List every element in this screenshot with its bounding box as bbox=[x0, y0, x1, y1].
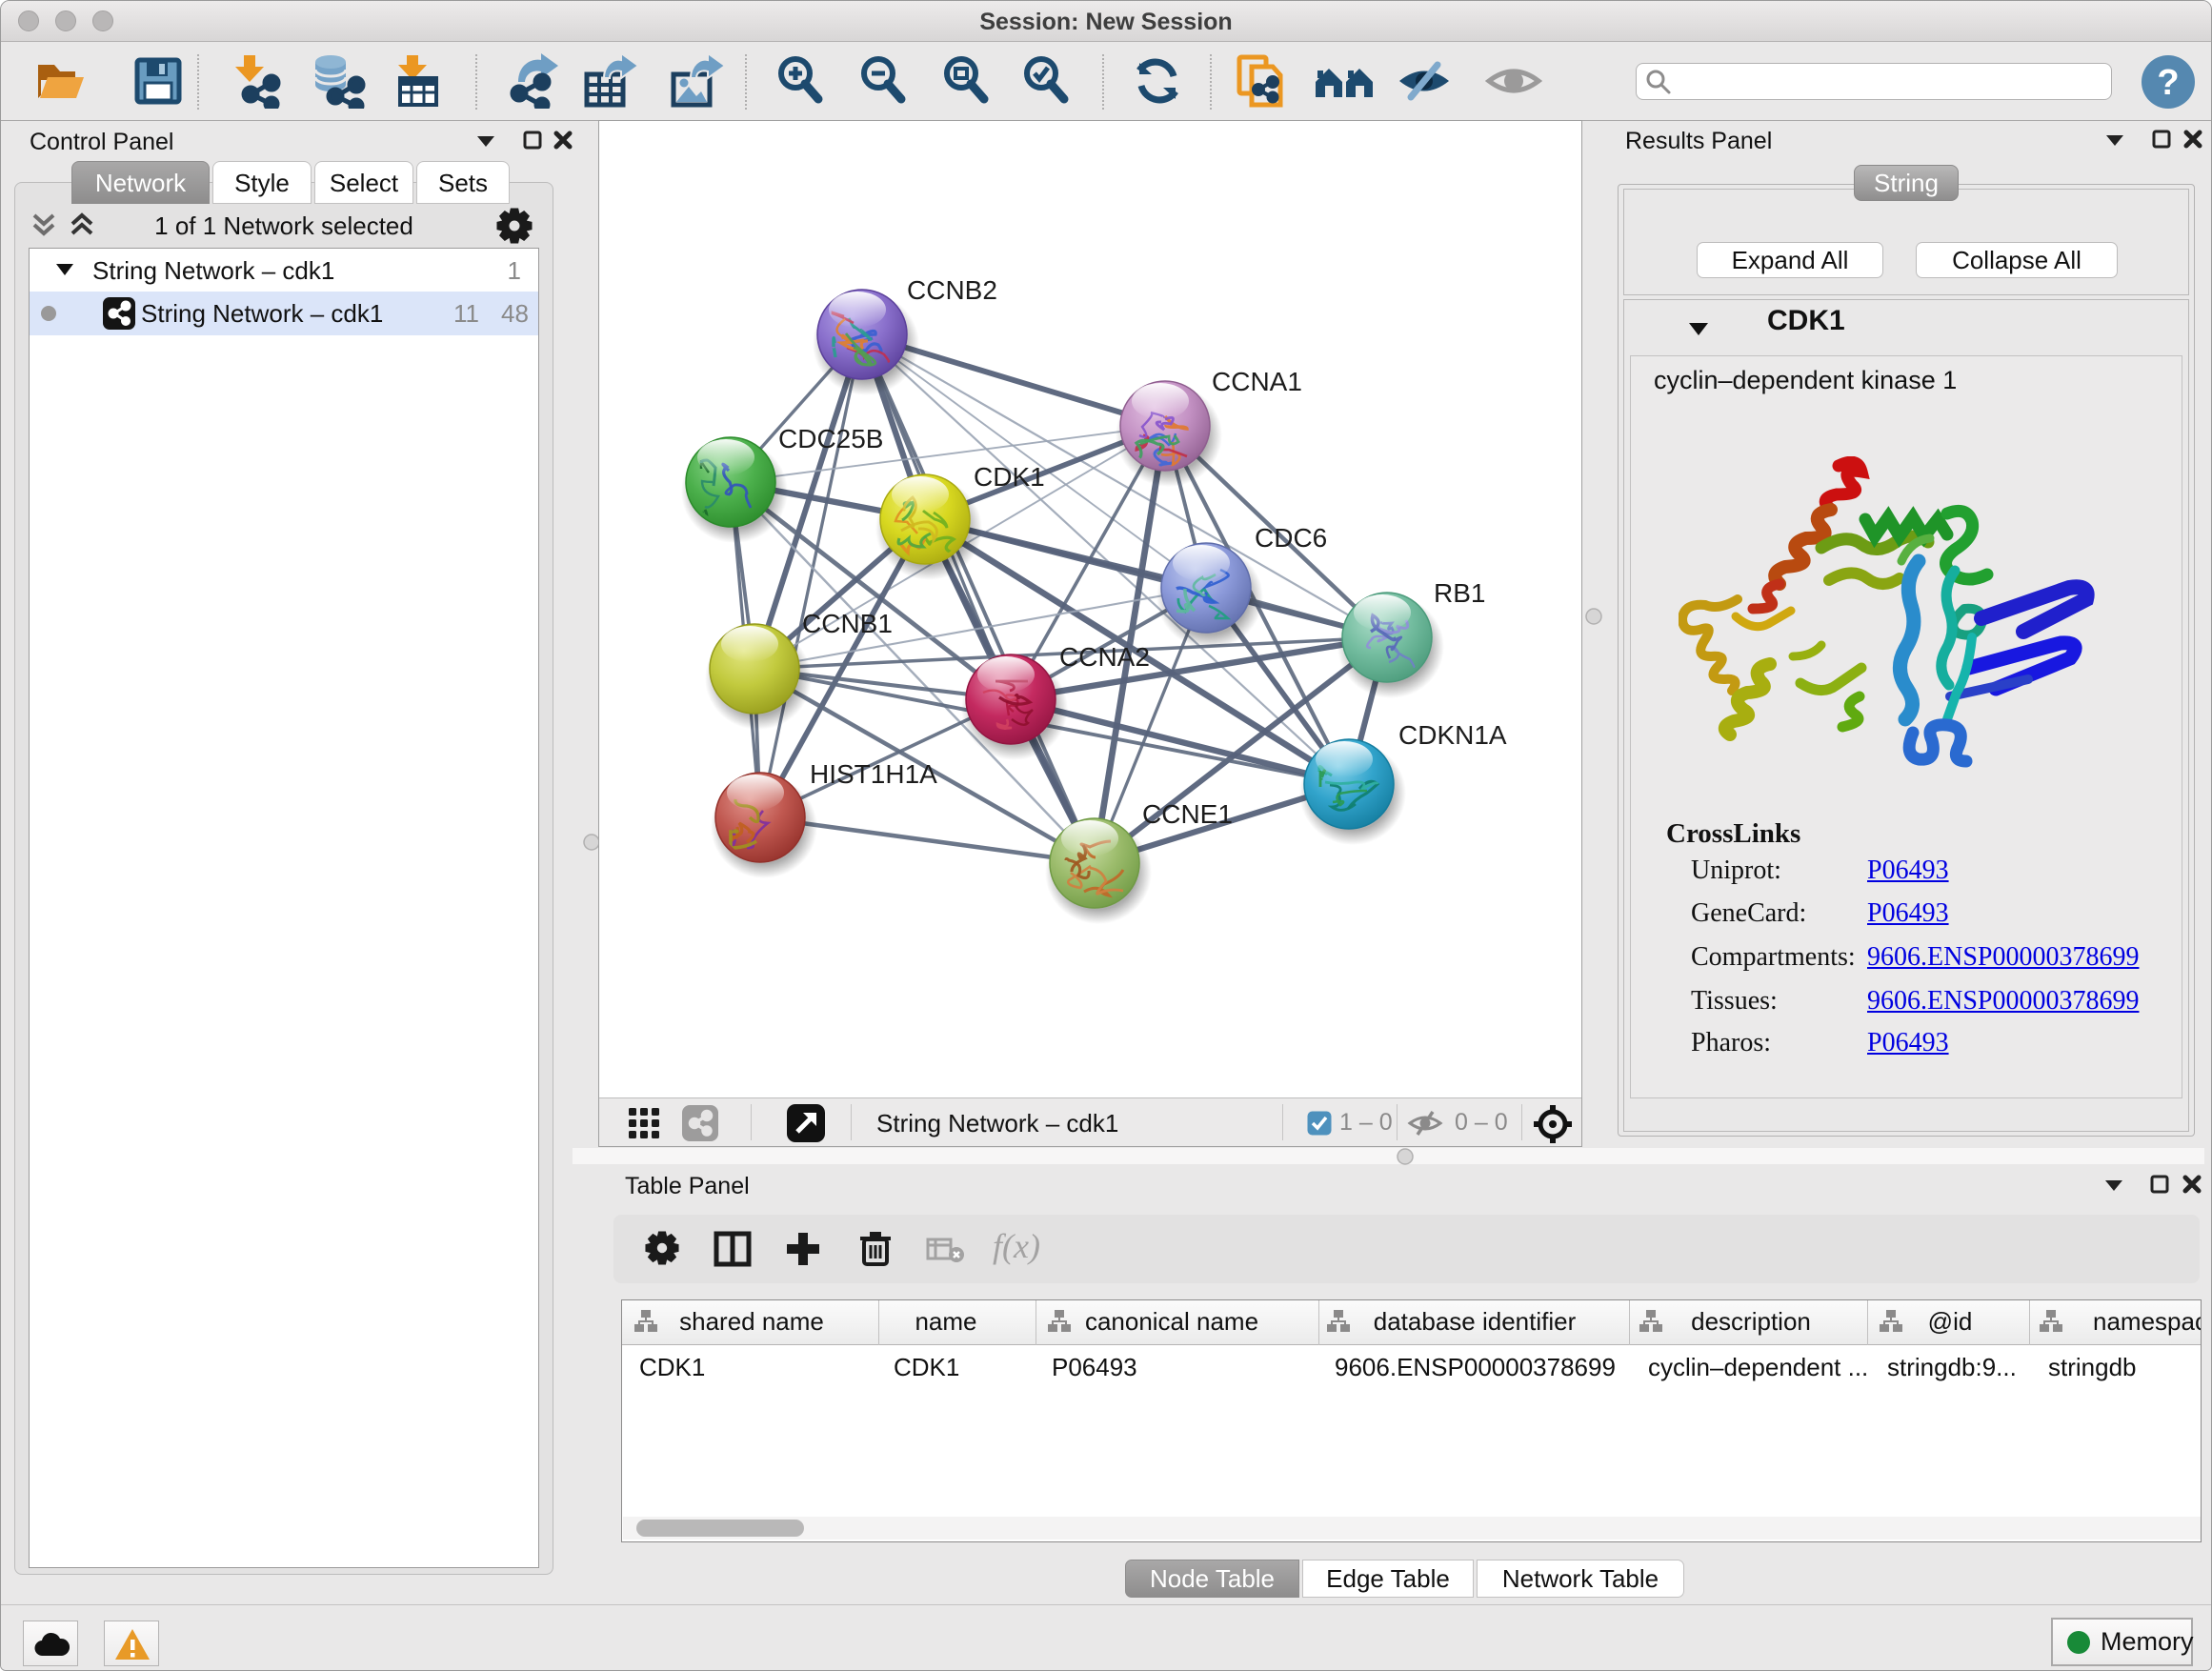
svg-text:HIST1H1A: HIST1H1A bbox=[810, 759, 937, 789]
svg-text:CDC25B: CDC25B bbox=[778, 424, 883, 453]
svg-text:CDKN1A: CDKN1A bbox=[1398, 720, 1507, 750]
svg-text:CDC6: CDC6 bbox=[1255, 523, 1327, 553]
svg-text:CCNA1: CCNA1 bbox=[1212, 367, 1302, 396]
svg-text:RB1: RB1 bbox=[1434, 578, 1485, 608]
svg-text:CCNB2: CCNB2 bbox=[907, 275, 997, 305]
svg-text:CDK1: CDK1 bbox=[974, 462, 1045, 492]
svg-text:CCNA2: CCNA2 bbox=[1059, 642, 1150, 672]
svg-text:CCNB1: CCNB1 bbox=[802, 609, 893, 638]
svg-text:?: ? bbox=[2157, 63, 2179, 103]
svg-text:CCNE1: CCNE1 bbox=[1142, 799, 1233, 829]
